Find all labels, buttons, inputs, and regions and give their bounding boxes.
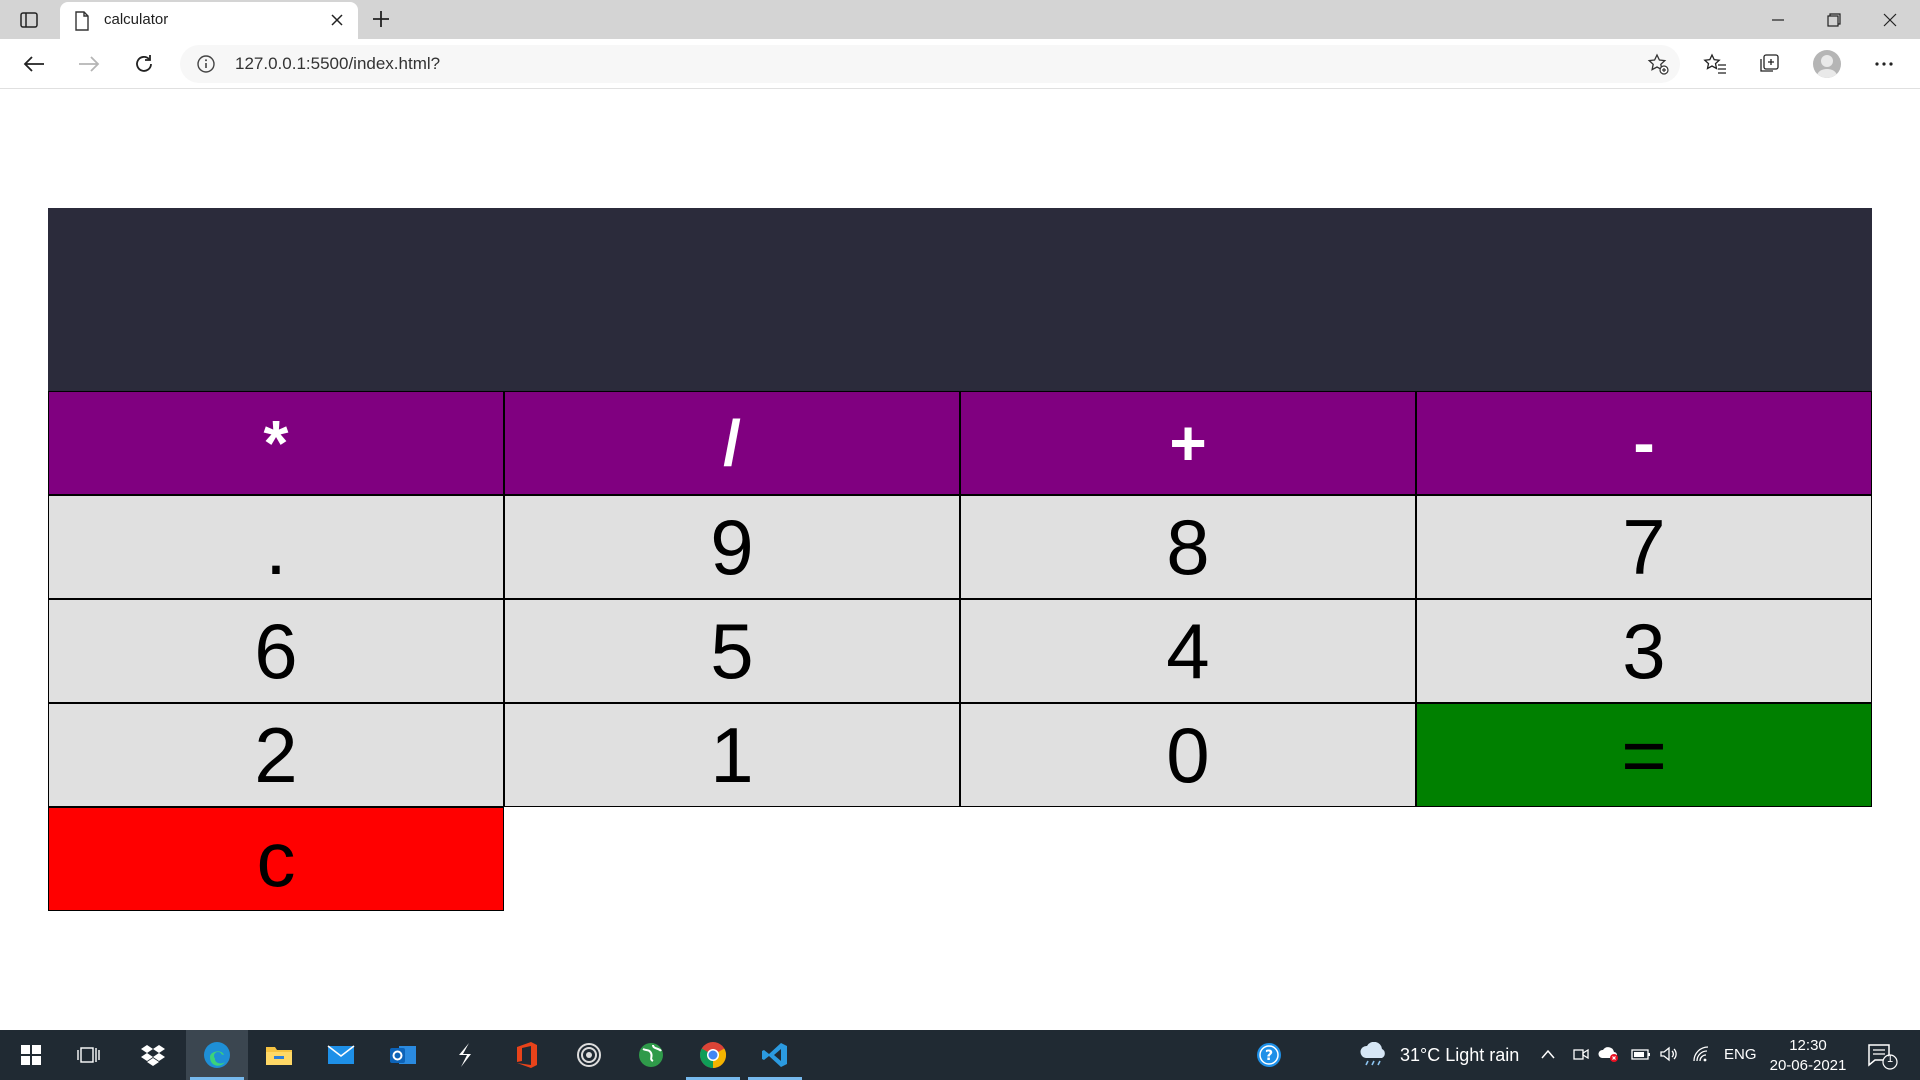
- chrome-icon[interactable]: [682, 1030, 744, 1080]
- notification-count: 1: [1886, 1053, 1894, 1065]
- calculator-keypad: * / + - . 9 8 7 6 5 4 3 2 1 0 = c: [48, 391, 1872, 911]
- file-explorer-icon[interactable]: [248, 1030, 310, 1080]
- spiral-app-icon[interactable]: [558, 1030, 620, 1080]
- browser-tab-bar: calculator: [0, 0, 1920, 39]
- profile-avatar[interactable]: [1813, 50, 1841, 78]
- restore-icon[interactable]: [1806, 0, 1862, 39]
- calculator: * / + - . 9 8 7 6 5 4 3 2 1 0 = c: [48, 208, 1872, 911]
- digit-8-button[interactable]: 8: [960, 495, 1416, 599]
- multiply-button[interactable]: *: [48, 391, 504, 495]
- tab-calculator[interactable]: calculator: [60, 2, 358, 39]
- digit-9-button[interactable]: 9: [504, 495, 960, 599]
- forward-arrow-icon[interactable]: [73, 48, 105, 80]
- volume-icon[interactable]: [1659, 1045, 1679, 1068]
- clock[interactable]: 12:30 20-06-2021: [1768, 1036, 1848, 1076]
- digit-2-button[interactable]: 2: [48, 703, 504, 807]
- cloud-rain-icon: [1358, 1041, 1388, 1071]
- url-text: 127.0.0.1:5500/index.html?: [235, 54, 441, 73]
- new-tab-button[interactable]: [368, 6, 394, 32]
- digit-3-button[interactable]: 3: [1416, 599, 1872, 703]
- site-info-icon[interactable]: [196, 54, 216, 79]
- digit-5-button[interactable]: 5: [504, 599, 960, 703]
- tab-actions-icon[interactable]: [18, 9, 40, 31]
- office-icon[interactable]: [496, 1030, 558, 1080]
- subtract-button[interactable]: -: [1416, 391, 1872, 495]
- calculator-display: [48, 208, 1872, 391]
- notifications-icon[interactable]: 1: [1866, 1042, 1898, 1075]
- add-favorite-icon[interactable]: [1646, 52, 1670, 76]
- favorites-icon[interactable]: [1699, 48, 1731, 80]
- more-options-icon[interactable]: [1868, 48, 1900, 80]
- weather-text[interactable]: 31°C Light rain: [1400, 1045, 1519, 1066]
- start-icon[interactable]: [0, 1030, 62, 1080]
- refresh-icon[interactable]: [128, 48, 160, 80]
- help-icon[interactable]: ?: [1238, 1030, 1300, 1080]
- divide-button[interactable]: /: [504, 391, 960, 495]
- task-view-icon[interactable]: [58, 1030, 120, 1080]
- globe-app-icon[interactable]: [620, 1030, 682, 1080]
- dropbox-icon[interactable]: [122, 1030, 184, 1080]
- back-arrow-icon[interactable]: [18, 48, 50, 80]
- equals-button[interactable]: =: [1416, 703, 1872, 807]
- edge-icon[interactable]: [186, 1030, 248, 1080]
- taskbar: ? 31°C Light rain ENG 12:30 20-06-2021 1: [0, 1030, 1920, 1080]
- wifi-icon[interactable]: [1691, 1045, 1711, 1068]
- decimal-button[interactable]: .: [48, 495, 504, 599]
- app-s-icon[interactable]: [434, 1030, 496, 1080]
- address-bar[interactable]: 127.0.0.1:5500/index.html?: [180, 45, 1680, 83]
- clear-button[interactable]: c: [48, 807, 504, 911]
- digit-0-button[interactable]: 0: [960, 703, 1416, 807]
- add-button[interactable]: +: [960, 391, 1416, 495]
- digit-4-button[interactable]: 4: [960, 599, 1416, 703]
- close-window-icon[interactable]: [1862, 0, 1918, 39]
- onedrive-error-icon[interactable]: [1598, 1045, 1620, 1068]
- document-icon: [74, 11, 90, 36]
- chevron-up-icon[interactable]: [1540, 1047, 1556, 1065]
- mail-icon[interactable]: [310, 1030, 372, 1080]
- clock-time: 12:30: [1789, 1037, 1827, 1054]
- svg-text:?: ?: [1265, 1048, 1273, 1064]
- digit-1-button[interactable]: 1: [504, 703, 960, 807]
- minimize-icon[interactable]: [1750, 0, 1806, 39]
- tab-title: calculator: [104, 11, 169, 28]
- digit-7-button[interactable]: 7: [1416, 495, 1872, 599]
- clock-date: 20-06-2021: [1769, 1057, 1847, 1074]
- digit-6-button[interactable]: 6: [48, 599, 504, 703]
- vscode-icon[interactable]: [744, 1030, 806, 1080]
- outlook-icon[interactable]: [372, 1030, 434, 1080]
- close-tab-icon[interactable]: [326, 9, 348, 31]
- language-indicator[interactable]: ENG: [1724, 1046, 1757, 1063]
- browser-toolbar: 127.0.0.1:5500/index.html?: [0, 39, 1920, 89]
- battery-icon[interactable]: [1631, 1046, 1651, 1067]
- collections-icon[interactable]: [1754, 48, 1786, 80]
- meet-now-icon[interactable]: [1572, 1045, 1590, 1068]
